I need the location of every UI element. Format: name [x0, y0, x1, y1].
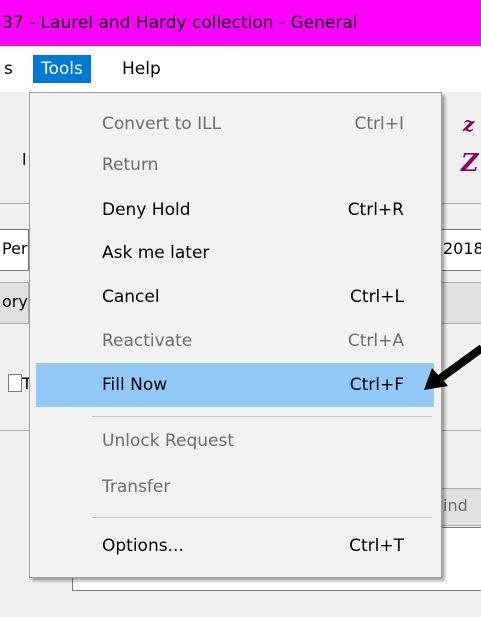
- menu-item-reactivate[interactable]: Reactivate Ctrl+A: [36, 321, 434, 361]
- menu-item-label: Fill Now: [102, 375, 168, 395]
- menu-item-shortcut: Ctrl+L: [350, 287, 404, 307]
- menu-item-label: Transfer: [102, 477, 171, 497]
- menu-item-label: Return: [102, 155, 159, 175]
- background-text-ory: ory: [2, 292, 28, 311]
- menu-separator: [92, 416, 432, 417]
- menu-item-convert-to-ill[interactable]: Convert to ILL Ctrl+I: [36, 104, 434, 144]
- logo-z-large: Z: [461, 148, 479, 177]
- menu-help[interactable]: Help: [116, 55, 167, 83]
- menu-item-partial[interactable]: s: [0, 55, 19, 83]
- menu-item-label: Cancel: [102, 287, 160, 307]
- menu-item-shortcut: Ctrl+I: [354, 114, 404, 134]
- tools-dropdown-menu: Convert to ILL Ctrl+I Return Deny Hold C…: [29, 92, 442, 578]
- arrow-pointer-icon: [424, 344, 481, 390]
- menu-item-label: Deny Hold: [102, 200, 191, 220]
- window-title: 37 - Laurel and Hardy collection - Gener…: [0, 0, 481, 46]
- menu-item-shortcut: Ctrl+A: [347, 331, 404, 351]
- menu-item-label: Convert to ILL: [102, 114, 222, 134]
- menu-item-label: Reactivate: [102, 331, 193, 351]
- menu-tools[interactable]: Tools: [33, 55, 91, 83]
- menu-bar: s Tools Help: [0, 46, 481, 93]
- logo-z-small: z: [463, 112, 475, 136]
- menu-item-unlock-request[interactable]: Unlock Request: [36, 421, 434, 461]
- menu-item-shortcut: Ctrl+T: [349, 536, 404, 556]
- menu-item-label: Ask me later: [102, 243, 210, 263]
- background-text-per: Per: [2, 239, 28, 258]
- background-text-ind: ind: [443, 496, 468, 515]
- menu-item-cancel[interactable]: Cancel Ctrl+L: [36, 277, 434, 317]
- menu-item-options[interactable]: Options... Ctrl+T: [36, 526, 434, 566]
- menu-item-ask-me-later[interactable]: Ask me later: [36, 233, 434, 273]
- background-tab-strip-right: [441, 282, 481, 324]
- menu-item-return[interactable]: Return: [36, 145, 434, 185]
- menu-item-deny-hold[interactable]: Deny Hold Ctrl+R: [36, 190, 434, 230]
- menu-item-transfer[interactable]: Transfer: [36, 467, 434, 507]
- background-text-2018: 2018: [443, 239, 481, 258]
- menu-item-fill-now[interactable]: Fill Now Ctrl+F: [36, 363, 434, 407]
- menu-item-shortcut: Ctrl+R: [347, 200, 404, 220]
- menu-separator: [92, 517, 432, 518]
- background-checkbox[interactable]: [8, 374, 22, 392]
- background-label-l: l: [22, 150, 27, 169]
- menu-item-shortcut: Ctrl+F: [349, 375, 404, 395]
- menu-item-label: Unlock Request: [102, 431, 234, 451]
- menu-item-label: Options...: [102, 536, 184, 556]
